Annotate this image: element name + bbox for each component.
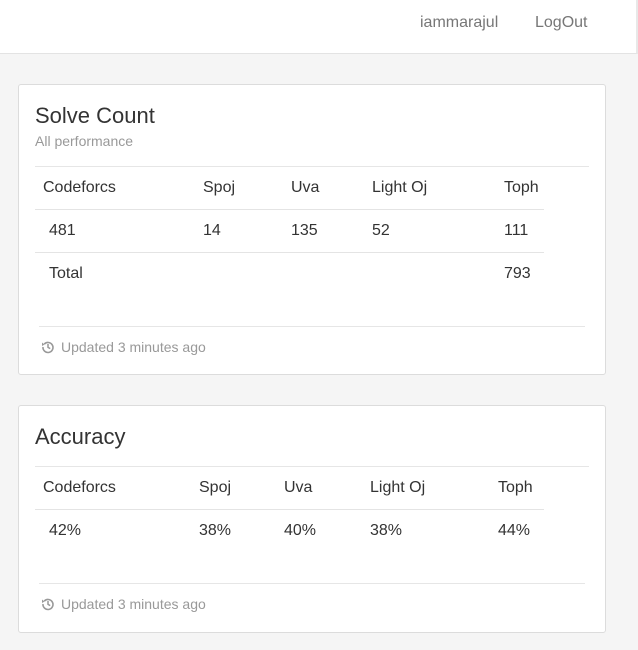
footer-updated-text: Updated 3 minutes ago	[61, 339, 206, 355]
header-codeforces: Codeforcs	[43, 479, 116, 496]
value-light-oj: 38%	[370, 522, 403, 539]
history-icon	[42, 598, 54, 611]
total-label: Total	[49, 265, 83, 282]
accuracy-footer: Updated 3 minutes ago	[41, 596, 206, 612]
header-toph: Toph	[498, 479, 533, 496]
row-divider	[35, 209, 544, 210]
card-footer-divider	[39, 583, 585, 584]
card-divider	[35, 466, 589, 467]
nav-username-link[interactable]: iammarajul	[420, 14, 498, 32]
header-codeforces: Codeforcs	[43, 179, 116, 196]
solve-count-title: Solve Count	[35, 103, 155, 128]
value-uva: 135	[291, 222, 318, 239]
footer-updated-text: Updated 3 minutes ago	[61, 596, 206, 612]
card-divider	[35, 166, 589, 167]
value-spoj: 38%	[199, 522, 232, 539]
value-toph: 44%	[498, 522, 531, 539]
row-divider	[35, 509, 544, 510]
solve-count-subtitle: All performance	[35, 133, 134, 149]
row-divider	[35, 252, 544, 253]
solve-count-card: Solve Count All performance Codeforcs Sp…	[18, 84, 606, 375]
history-icon	[42, 341, 54, 354]
solve-count-footer: Updated 3 minutes ago	[41, 339, 206, 355]
value-spoj: 14	[203, 222, 221, 239]
value-uva: 40%	[284, 522, 317, 539]
header-spoj: Spoj	[203, 179, 236, 196]
value-codeforces: 42%	[49, 522, 82, 539]
value-codeforces: 481	[49, 222, 76, 239]
value-toph: 111	[504, 222, 529, 239]
header-light-oj: Light Oj	[370, 479, 426, 496]
nav-logout-link[interactable]: LogOut	[535, 14, 587, 32]
header-light-oj: Light Oj	[372, 179, 428, 196]
header-spoj: Spoj	[199, 479, 232, 496]
card-footer-divider	[39, 326, 585, 327]
header-toph: Toph	[504, 179, 539, 196]
top-navbar: iammarajul LogOut	[0, 0, 638, 54]
total-value: 793	[504, 265, 531, 282]
header-uva: Uva	[291, 179, 320, 196]
accuracy-title: Accuracy	[35, 424, 126, 449]
value-light-oj: 52	[372, 222, 390, 239]
accuracy-card: Accuracy Codeforcs Spoj Uva Light Oj Top…	[18, 405, 606, 633]
header-uva: Uva	[284, 479, 313, 496]
